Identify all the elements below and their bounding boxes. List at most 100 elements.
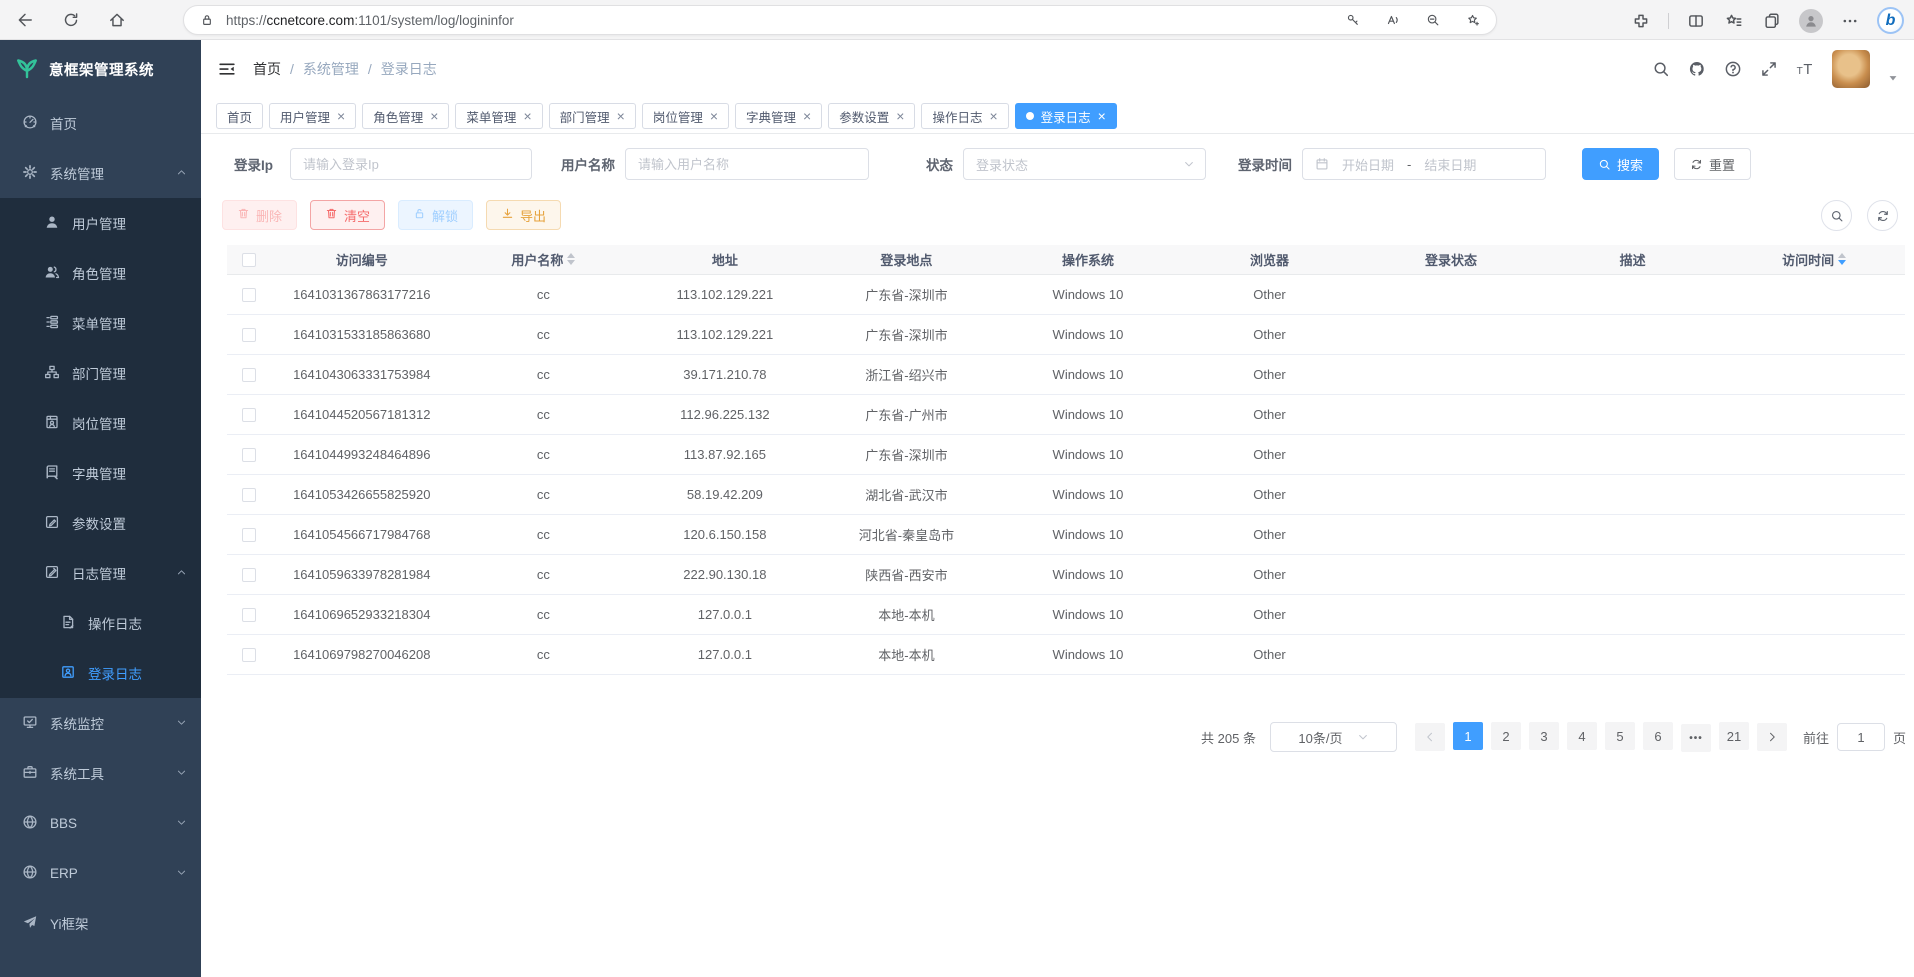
- row-checkbox[interactable]: [242, 368, 256, 382]
- clear-button[interactable]: 清空: [310, 200, 385, 230]
- sidebar-item-role-management[interactable]: 角色管理: [0, 248, 201, 298]
- page-button-4[interactable]: 4: [1567, 722, 1597, 750]
- delete-button[interactable]: 删除: [222, 200, 297, 230]
- copilot-bing-icon[interactable]: b: [1877, 7, 1904, 34]
- column-header[interactable]: 访问时间: [1723, 245, 1905, 274]
- reset-button[interactable]: 重置: [1674, 148, 1751, 180]
- browser-profile-icon[interactable]: [1799, 9, 1823, 33]
- page-button-5[interactable]: 5: [1605, 722, 1635, 750]
- sidebar-item-erp[interactable]: ERP: [0, 848, 201, 898]
- next-page-button[interactable]: [1757, 723, 1787, 751]
- row-checkbox[interactable]: [242, 408, 256, 422]
- login-ip-input[interactable]: [290, 148, 532, 180]
- tab-角色管理[interactable]: 角色管理×: [362, 103, 449, 129]
- login-time-range[interactable]: 开始日期 - 结束日期: [1302, 148, 1546, 180]
- github-icon[interactable]: [1688, 60, 1706, 78]
- app-logo[interactable]: 意框架管理系统: [0, 40, 201, 98]
- address-bar[interactable]: https://ccnetcore.com:1101/system/log/lo…: [183, 5, 1497, 35]
- tab-岗位管理[interactable]: 岗位管理×: [642, 103, 729, 129]
- help-icon[interactable]: [1724, 60, 1742, 78]
- copilot-pages-icon[interactable]: [1761, 10, 1783, 32]
- page-button-3[interactable]: 3: [1529, 722, 1559, 750]
- tab-close-icon[interactable]: ×: [989, 109, 997, 123]
- row-checkbox[interactable]: [242, 568, 256, 582]
- tab-close-icon[interactable]: ×: [617, 109, 625, 123]
- sidebar-collapse-icon[interactable]: [217, 59, 237, 79]
- fullscreen-icon[interactable]: [1760, 60, 1778, 78]
- page-button-6[interactable]: 6: [1643, 722, 1673, 750]
- unlock-button[interactable]: 解锁: [398, 200, 473, 230]
- row-checkbox[interactable]: [242, 528, 256, 542]
- sidebar-item-yi-framework[interactable]: Yi框架: [0, 898, 201, 948]
- row-checkbox[interactable]: [242, 648, 256, 662]
- tab-首页[interactable]: 首页: [216, 103, 263, 129]
- page-size-select[interactable]: 10条/页: [1270, 722, 1397, 752]
- end-date-placeholder[interactable]: 结束日期: [1424, 155, 1476, 174]
- tab-close-icon[interactable]: ×: [803, 109, 811, 123]
- page-button-1[interactable]: 1: [1453, 722, 1483, 750]
- browser-menu-icon[interactable]: [1839, 10, 1861, 32]
- reload-icon[interactable]: [60, 9, 82, 31]
- prev-page-button[interactable]: [1415, 723, 1445, 751]
- page-button-2[interactable]: 2: [1491, 722, 1521, 750]
- font-size-icon[interactable]: TT: [1796, 60, 1814, 78]
- row-checkbox[interactable]: [242, 288, 256, 302]
- sidebar-item-log-management[interactable]: 日志管理: [0, 548, 201, 598]
- tab-菜单管理[interactable]: 菜单管理×: [455, 103, 542, 129]
- sidebar-item-dict-management[interactable]: 字典管理: [0, 448, 201, 498]
- sidebar-item-home[interactable]: 首页: [0, 98, 201, 148]
- tab-用户管理[interactable]: 用户管理×: [269, 103, 356, 129]
- table-refresh-button[interactable]: [1867, 200, 1898, 231]
- user-avatar[interactable]: [1832, 50, 1870, 88]
- sidebar-item-system-monitor[interactable]: 系统监控: [0, 698, 201, 748]
- pager-ellipsis[interactable]: •••: [1681, 724, 1711, 752]
- sort-carets-icon[interactable]: [567, 253, 575, 265]
- collections-icon[interactable]: [1723, 10, 1745, 32]
- sort-carets-icon[interactable]: [1838, 253, 1846, 265]
- sidebar-item-param-settings[interactable]: 参数设置: [0, 498, 201, 548]
- sidebar-item-dept-management[interactable]: 部门管理: [0, 348, 201, 398]
- sidebar-item-system-tools[interactable]: 系统工具: [0, 748, 201, 798]
- header-search-icon[interactable]: [1652, 60, 1670, 78]
- tab-字典管理[interactable]: 字典管理×: [735, 103, 822, 129]
- home-icon[interactable]: [106, 9, 128, 31]
- sidebar-item-post-management[interactable]: 岗位管理: [0, 398, 201, 448]
- sidebar-item-operation-log[interactable]: 操作日志: [0, 598, 201, 648]
- status-select[interactable]: 登录状态: [963, 148, 1206, 180]
- row-checkbox[interactable]: [242, 488, 256, 502]
- url-text[interactable]: https://ccnetcore.com:1101/system/log/lo…: [226, 13, 1342, 28]
- search-button[interactable]: 搜索: [1582, 148, 1659, 180]
- extensions-icon[interactable]: [1630, 10, 1652, 32]
- row-checkbox[interactable]: [242, 448, 256, 462]
- goto-page-input[interactable]: [1837, 723, 1885, 751]
- tab-close-icon[interactable]: ×: [430, 109, 438, 123]
- start-date-placeholder[interactable]: 开始日期: [1342, 155, 1394, 174]
- sidebar-item-bbs[interactable]: BBS: [0, 798, 201, 848]
- tab-close-icon[interactable]: ×: [523, 109, 531, 123]
- tab-参数设置[interactable]: 参数设置×: [828, 103, 915, 129]
- breadcrumb-home[interactable]: 首页: [253, 59, 281, 79]
- tab-close-icon[interactable]: ×: [337, 109, 345, 123]
- tab-close-icon[interactable]: ×: [710, 109, 718, 123]
- row-checkbox[interactable]: [242, 328, 256, 342]
- column-header[interactable]: 用户名称: [453, 245, 635, 274]
- zoom-out-icon[interactable]: [1422, 9, 1444, 31]
- sidebar-item-login-log[interactable]: 登录日志: [0, 648, 201, 698]
- back-icon[interactable]: [14, 9, 36, 31]
- password-key-icon[interactable]: [1342, 9, 1364, 31]
- favorite-add-icon[interactable]: [1462, 9, 1484, 31]
- sidebar-item-user-management[interactable]: 用户管理: [0, 198, 201, 248]
- row-checkbox[interactable]: [242, 608, 256, 622]
- tab-close-icon[interactable]: ×: [896, 109, 904, 123]
- tab-操作日志[interactable]: 操作日志×: [921, 103, 1008, 129]
- export-button[interactable]: 导出: [486, 200, 561, 230]
- sidebar-item-menu-management[interactable]: 菜单管理: [0, 298, 201, 348]
- user-name-input[interactable]: [625, 148, 869, 180]
- avatar-caret-down-icon[interactable]: [1888, 55, 1898, 83]
- tab-部门管理[interactable]: 部门管理×: [549, 103, 636, 129]
- sidebar-item-system-management[interactable]: 系统管理: [0, 148, 201, 198]
- split-screen-icon[interactable]: [1685, 10, 1707, 32]
- page-button-21[interactable]: 21: [1719, 722, 1749, 750]
- select-all-checkbox[interactable]: [242, 253, 256, 267]
- read-aloud-icon[interactable]: [1382, 9, 1404, 31]
